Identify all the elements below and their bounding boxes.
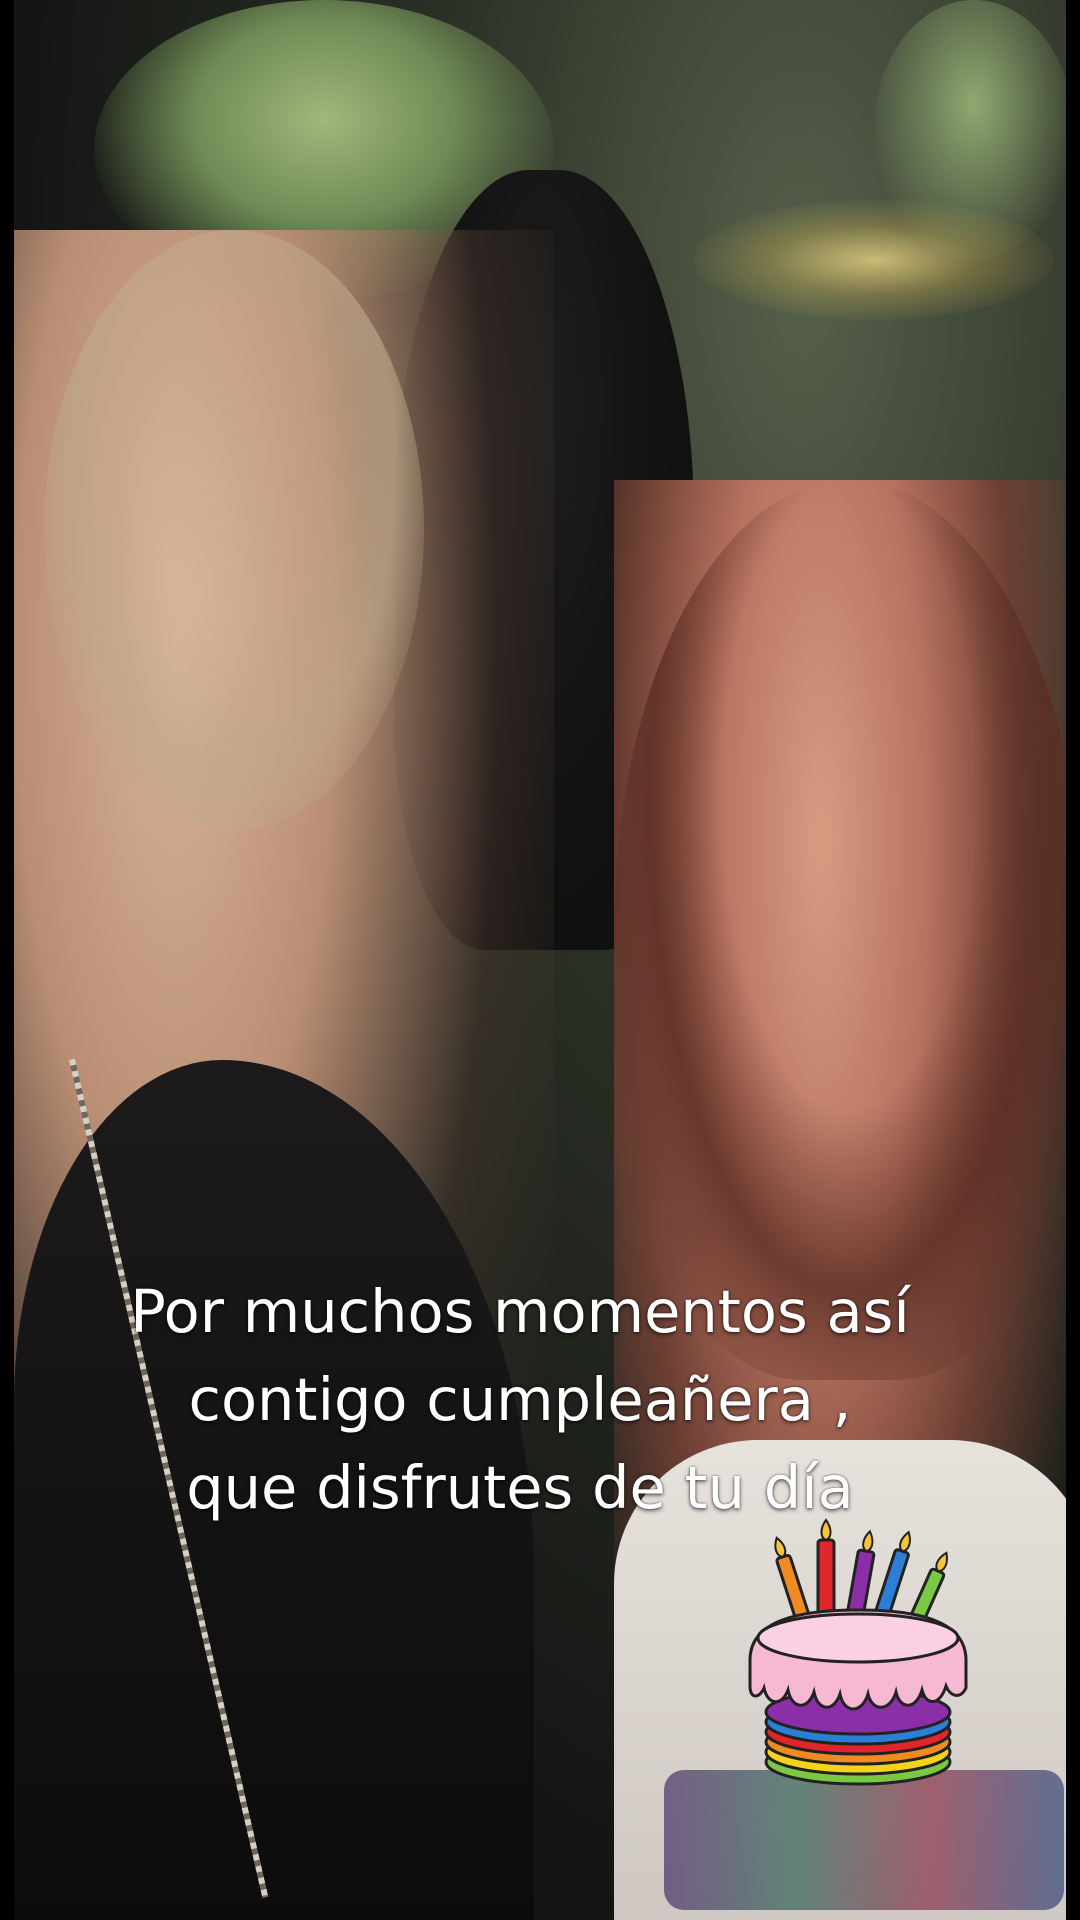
caption-line-2: contigo cumpleañera , [188,1365,852,1434]
string-lights [694,200,1054,320]
person-right-hair [614,480,1066,1380]
person-left-hair [44,230,424,830]
caption-line-1: Por muchos momentos así [130,1277,910,1346]
birthday-cake-icon [748,1518,968,1786]
caption-overlay: Por muchos momentos así contigo cumpleañ… [20,1268,1020,1532]
video-frame: Por muchos momentos así contigo cumpleañ… [0,0,1080,1920]
